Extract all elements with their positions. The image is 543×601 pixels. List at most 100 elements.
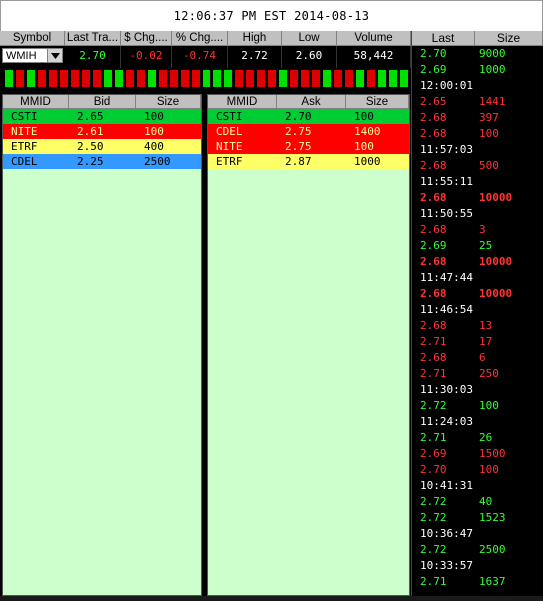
trade-row: 2.69 25 — [412, 238, 543, 254]
col-header-low[interactable]: Low — [282, 31, 337, 46]
tick-indicator — [355, 69, 366, 88]
bid-book-header: MMID Bid Size — [3, 95, 201, 109]
tick-indicator — [124, 69, 135, 88]
tick-indicator — [399, 69, 409, 88]
tick-indicator — [102, 69, 113, 88]
ask-row[interactable]: CDEL 2.75 1400 — [208, 124, 409, 139]
timestamp: 12:00:01 — [420, 79, 473, 92]
trade-price: 2.70 — [420, 47, 447, 60]
timestamp-row: 11:30:03 — [412, 382, 543, 398]
col-header-size[interactable]: Size — [475, 31, 543, 46]
col-header-last[interactable]: Last — [412, 31, 475, 46]
trade-size: 1000 — [479, 63, 506, 76]
timestamp-row: 11:57:03 — [412, 142, 543, 158]
trade-row: 2.68 397 — [412, 110, 543, 126]
trade-price: 2.68 — [420, 191, 447, 204]
col-header-high[interactable]: High — [228, 31, 282, 46]
ask-mmid-cell: NITE — [216, 140, 243, 153]
symbol-cell: WMIH — [0, 46, 65, 68]
col-header-size[interactable]: Size — [136, 95, 201, 109]
trade-price: 2.65 — [420, 95, 447, 108]
trade-price: 2.72 — [420, 399, 447, 412]
col-header-mmid[interactable]: MMID — [208, 95, 277, 109]
bid-row[interactable]: ETRF 2.50 400 — [3, 139, 201, 154]
timestamp-row: 11:24:03 — [412, 414, 543, 430]
tick-indicator — [289, 69, 300, 88]
tick-indicator — [234, 69, 245, 88]
bid-row[interactable]: CSTI 2.65 100 — [3, 109, 201, 124]
tick-indicator — [113, 69, 124, 88]
quote-panel: Symbol Last Tra... $ Chg.... % Chg.... H… — [0, 31, 411, 68]
tick-indicator — [25, 69, 36, 88]
trade-row: 2.72 2500 — [412, 542, 543, 558]
chevron-down-icon[interactable] — [47, 49, 62, 62]
ask-mmid-cell: CDEL — [216, 125, 243, 138]
tick-indicator — [91, 69, 102, 88]
ask-price-cell: 2.87 — [285, 155, 312, 168]
col-header-dollar-change[interactable]: $ Chg.... — [121, 31, 172, 46]
symbol-value: WMIH — [6, 49, 37, 62]
col-header-symbol[interactable]: Symbol — [0, 31, 65, 46]
trade-row: 2.72 1523 — [412, 510, 543, 526]
symbol-dropdown[interactable]: WMIH — [2, 48, 63, 63]
timestamp: 11:46:54 — [420, 303, 473, 316]
ask-row[interactable]: ETRF 2.87 1000 — [208, 154, 409, 169]
col-header-size[interactable]: Size — [346, 95, 409, 109]
tick-indicator-strip — [0, 68, 411, 90]
tick-indicator — [388, 69, 399, 88]
trade-price: 2.69 — [420, 63, 447, 76]
col-header-volume[interactable]: Volume — [337, 31, 411, 46]
status-strip — [0, 596, 543, 601]
timestamp: 11:24:03 — [420, 415, 473, 428]
timestamp-row: 11:46:54 — [412, 302, 543, 318]
ask-price-cell: 2.70 — [285, 110, 312, 123]
tick-indicator — [157, 69, 168, 88]
tick-indicator — [80, 69, 91, 88]
trade-row: 2.65 1441 — [412, 94, 543, 110]
tick-indicator — [14, 69, 25, 88]
col-header-ask[interactable]: Ask — [277, 95, 346, 109]
ask-size-cell: 1400 — [354, 125, 381, 138]
col-header-percent-change[interactable]: % Chg.... — [172, 31, 228, 46]
bid-book: MMID Bid Size CSTI 2.65 100 NITE 2.61 100 ETRF… — [2, 94, 202, 596]
timestamp: 11:30:03 — [420, 383, 473, 396]
tick-indicator — [168, 69, 179, 88]
bid-size-cell: 2500 — [144, 155, 171, 168]
col-header-mmid[interactable]: MMID — [3, 95, 69, 109]
bid-mmid-cell: CDEL — [11, 155, 38, 168]
trade-row: 2.71 1637 — [412, 574, 543, 590]
trade-row: 2.68 10000 — [412, 286, 543, 302]
col-header-last[interactable]: Last Tra... — [65, 31, 121, 46]
trade-size: 40 — [479, 495, 493, 508]
trade-row: 2.72 100 — [412, 398, 543, 414]
trade-size: 100 — [479, 127, 499, 140]
tick-indicator — [245, 69, 256, 88]
timestamp: 10:36:47 — [420, 527, 473, 540]
trade-row: 2.71 250 — [412, 366, 543, 382]
trade-size: 10000 — [479, 255, 513, 268]
tick-indicator — [179, 69, 190, 88]
bid-row[interactable]: NITE 2.61 100 — [3, 124, 201, 139]
trade-row: 2.68 500 — [412, 158, 543, 174]
trade-price: 2.71 — [420, 367, 447, 380]
ask-size-cell: 100 — [354, 110, 374, 123]
ask-row[interactable]: NITE 2.75 100 — [208, 139, 409, 154]
ask-size-cell: 100 — [354, 140, 374, 153]
timestamp: 11:57:03 — [420, 143, 473, 156]
ask-row[interactable]: CSTI 2.70 100 — [208, 109, 409, 124]
col-header-bid[interactable]: Bid — [69, 95, 136, 109]
trade-price: 2.69 — [420, 239, 447, 252]
bid-row[interactable]: CDEL 2.25 2500 — [3, 154, 201, 169]
ask-book: MMID Ask Size CSTI 2.70 100 CDEL 2.75 1400 NIT… — [207, 94, 410, 596]
trade-size: 26 — [479, 431, 493, 444]
tick-indicator — [36, 69, 47, 88]
tick-indicator — [366, 69, 377, 88]
trade-row: 2.69 1500 — [412, 446, 543, 462]
trade-price: 2.68 — [420, 351, 447, 364]
title-bar: 12:06:37 PM EST 2014-08-13 — [0, 0, 543, 32]
tick-indicator — [377, 69, 388, 88]
ask-mmid-cell: CSTI — [216, 110, 243, 123]
trade-size: 3 — [479, 223, 486, 236]
tick-indicator — [311, 69, 322, 88]
bid-rows: CSTI 2.65 100 NITE 2.61 100 ETRF 2.50 400 CDEL 2.2… — [3, 109, 201, 169]
